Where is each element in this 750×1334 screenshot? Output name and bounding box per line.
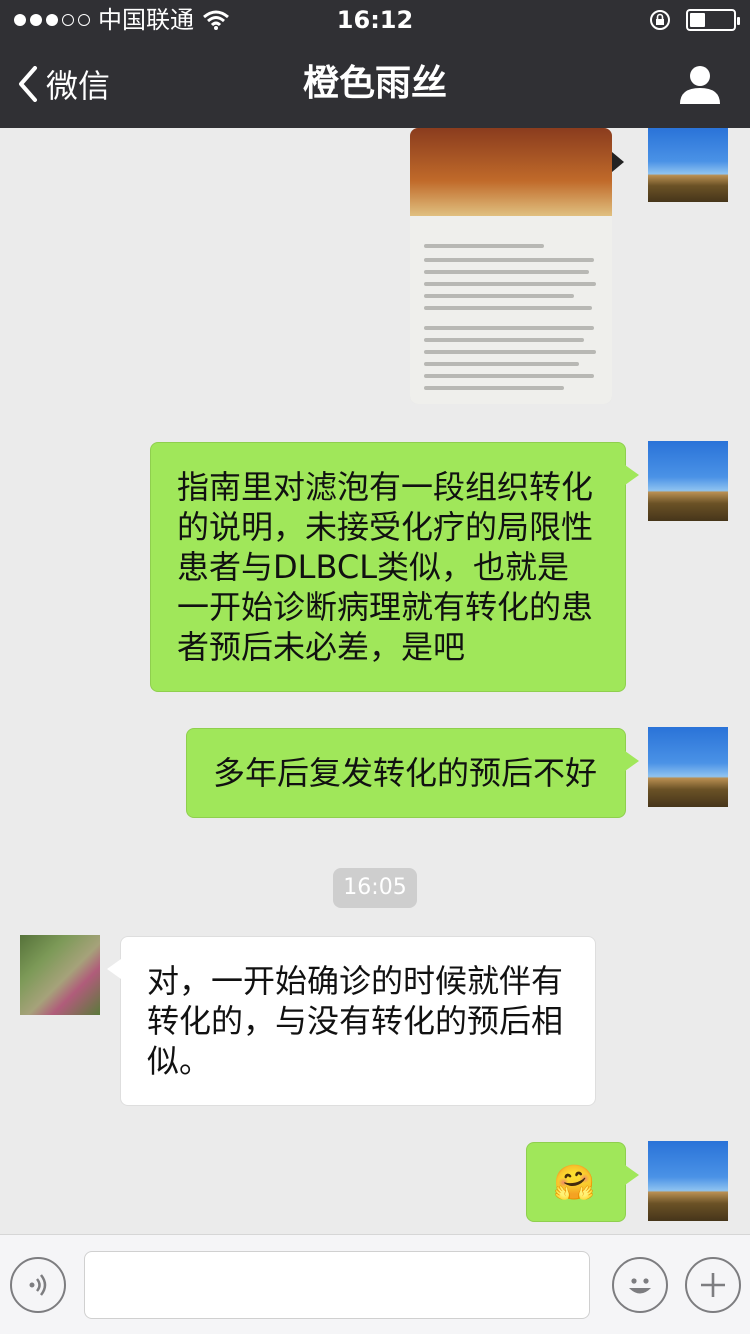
image-message-tail <box>612 152 624 172</box>
my-avatar[interactable] <box>648 441 728 521</box>
battery-icon <box>686 9 740 31</box>
rotation-lock-icon <box>650 10 670 30</box>
image-thumbnail-document <box>410 216 612 404</box>
hugging-face-emoji: 🤗 <box>553 1163 596 1203</box>
more-button[interactable] <box>685 1257 741 1313</box>
nav-bar: 微信 橙色雨丝 <box>0 40 750 128</box>
contact-profile-icon[interactable] <box>678 62 722 106</box>
status-right <box>648 0 740 40</box>
message-text: 指南里对滤泡有一段组织转化的说明，未接受化疗的局限性患者与DLBCL类似，也就是… <box>177 468 594 666</box>
message-text: 对，一开始确诊的时候就伴有转化的，与没有转化的预后相似。 <box>147 962 564 1080</box>
message-input[interactable] <box>84 1251 590 1319</box>
my-message-bubble[interactable]: 指南里对滤泡有一段组织转化的说明，未接受化疗的局限性患者与DLBCL类似，也就是… <box>150 442 639 692</box>
image-thumbnail-painting <box>410 128 612 216</box>
image-message[interactable] <box>410 128 612 404</box>
plus-icon <box>701 1273 725 1297</box>
voice-button[interactable] <box>10 1257 66 1313</box>
top-bar: 中国联通 16:12 微信 橙色雨丝 <box>0 0 750 128</box>
emoji-icon <box>629 1278 651 1294</box>
my-avatar[interactable] <box>648 128 728 202</box>
message-timestamp: 16:05 <box>333 868 417 908</box>
my-avatar[interactable] <box>648 1141 728 1221</box>
battery-level <box>690 13 705 27</box>
status-bar: 中国联通 16:12 <box>0 0 750 40</box>
chat-title: 橙色雨丝 <box>302 63 447 104</box>
my-message-bubble[interactable]: 多年后复发转化的预后不好 <box>186 728 639 818</box>
my-avatar[interactable] <box>648 727 728 807</box>
message-text: 多年后复发转化的预后不好 <box>213 754 598 792</box>
friend-message-bubble[interactable]: 对，一开始确诊的时候就伴有转化的，与没有转化的预后相似。 <box>107 936 596 1106</box>
friend-avatar[interactable] <box>20 935 100 1015</box>
voice-icon <box>29 1274 47 1296</box>
input-bar <box>0 1234 750 1334</box>
my-emoji-bubble[interactable]: 🤗 <box>526 1142 639 1222</box>
emoji-button[interactable] <box>612 1257 668 1313</box>
status-time: 16:12 <box>336 6 414 34</box>
